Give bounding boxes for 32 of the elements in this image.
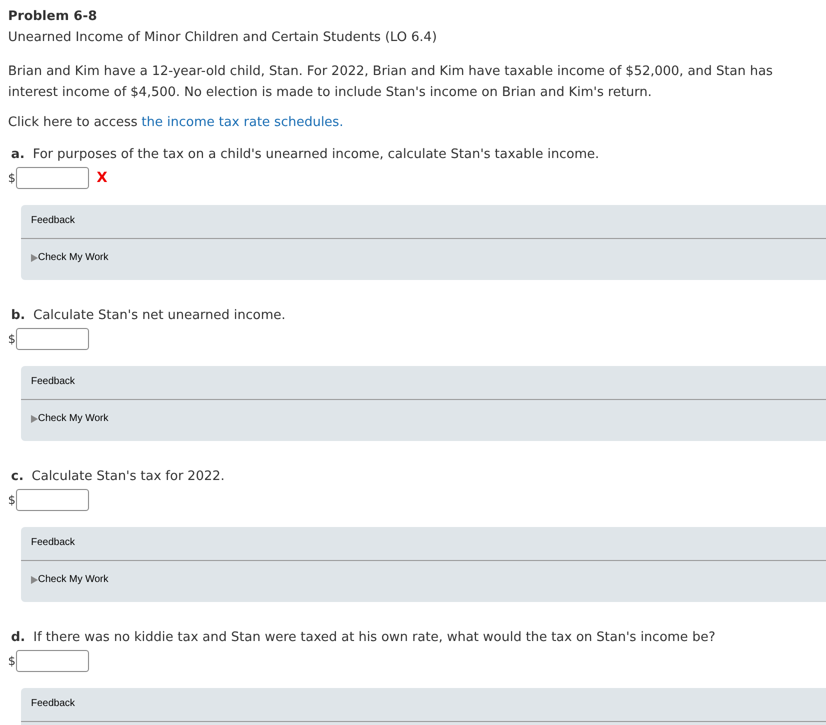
question-letter: b. [11,307,26,325]
currency-sign: $ [8,653,16,670]
question-letter: a. [11,146,25,164]
problem-subtitle: Unearned Income of Minor Children and Certain Students (LO 6.4) [8,29,438,47]
triangle-icon [31,576,38,584]
question-text: Calculate Stan's net unearned income. [33,307,286,325]
answer-field[interactable] [16,328,89,350]
feedback-label: Feedback [31,376,75,388]
feedback-label: Feedback [31,537,75,549]
currency-sign: $ [8,331,16,348]
problem-statement: Brian and Kim have a 12-year-old child, Stan. For 2022, Brian and Kim have taxable income of $52,000, and Stan has interest income of $4,500. No election is made to include Stan's income on Brian and Kim's return. [8,63,774,102]
answer-field[interactable] [16,489,89,511]
question-letter: d. [11,629,26,647]
currency-sign: $ [8,170,16,187]
feedback-label: Feedback [31,698,75,710]
answer-field[interactable] [16,650,89,672]
answer-field[interactable] [16,167,89,189]
access-text: Click here to access [8,114,138,132]
question-text: Calculate Stan's tax for 2022. [32,468,225,486]
check-my-work-toggle[interactable]: Check My Work [31,252,108,264]
question-letter: c. [11,468,24,486]
rate-schedules-link[interactable]: the income tax rate schedules. [142,114,344,132]
question-text: For purposes of the tax on a child's unearned income, calculate Stan's taxable income. [32,146,600,164]
incorrect-mark: X [96,168,108,188]
problem-title: Problem 6-8 [8,8,98,26]
triangle-icon [31,254,38,262]
check-my-work-toggle[interactable]: Check My Work [31,574,108,586]
feedback-label: Feedback [31,215,75,227]
question-text: If there was no kiddie tax and Stan were taxed at his own rate, what would the tax on Stan's income be? [33,629,716,647]
check-my-work-toggle[interactable]: Check My Work [31,413,108,425]
currency-sign: $ [8,492,16,509]
triangle-icon [31,415,38,423]
